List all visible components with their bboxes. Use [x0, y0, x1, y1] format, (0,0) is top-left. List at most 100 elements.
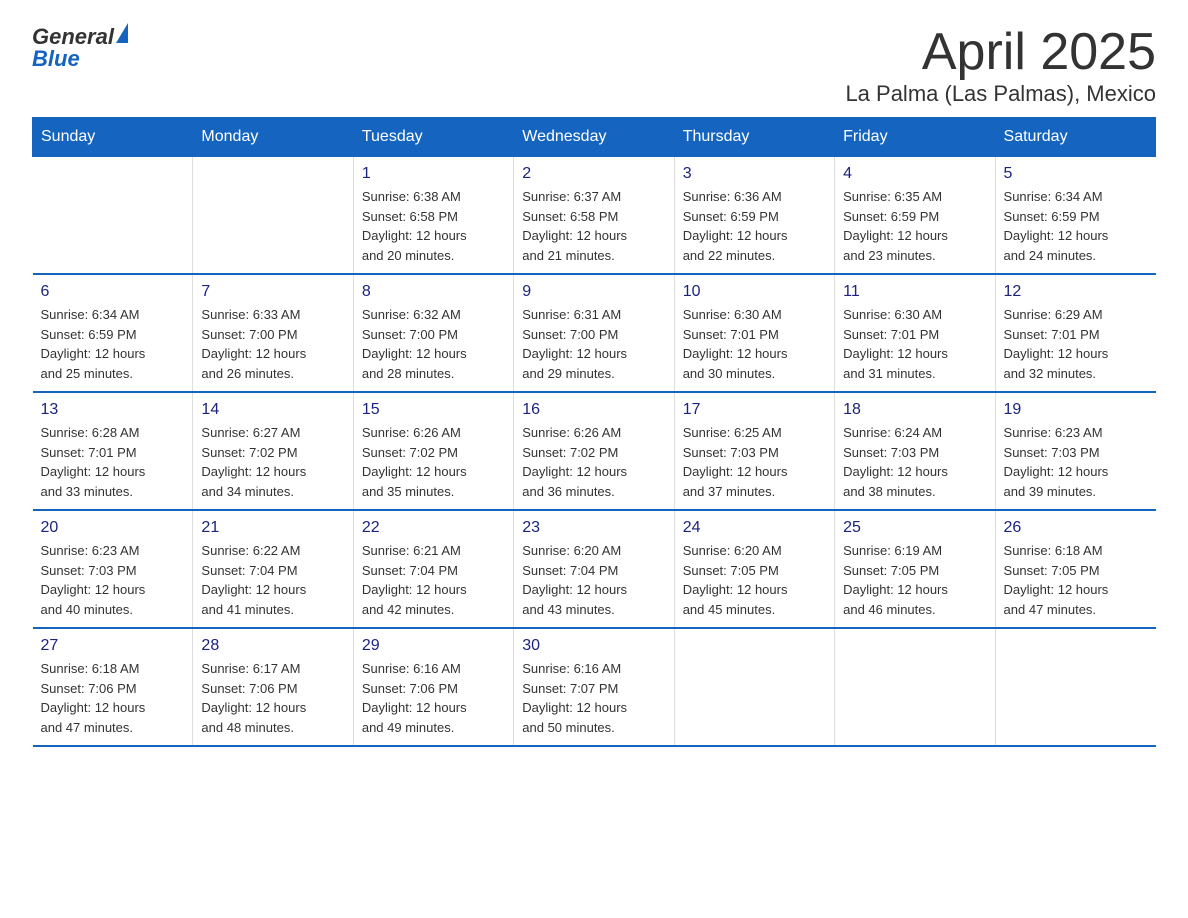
- day-info: Sunrise: 6:24 AMSunset: 7:03 PMDaylight:…: [843, 423, 986, 501]
- day-info: Sunrise: 6:23 AMSunset: 7:03 PMDaylight:…: [1004, 423, 1148, 501]
- calendar-header-row: SundayMondayTuesdayWednesdayThursdayFrid…: [33, 118, 1156, 157]
- weekday-header-thursday: Thursday: [674, 118, 834, 157]
- day-number: 12: [1004, 283, 1148, 301]
- day-info: Sunrise: 6:22 AMSunset: 7:04 PMDaylight:…: [201, 541, 344, 619]
- calendar-cell: 29 Sunrise: 6:16 AMSunset: 7:06 PMDayligh…: [353, 628, 513, 746]
- day-number: 3: [683, 165, 826, 183]
- day-number: 8: [362, 283, 505, 301]
- day-info: Sunrise: 6:16 AMSunset: 7:06 PMDaylight:…: [362, 659, 505, 737]
- calendar-week-row: 20Sunrise: 6:23 AMSunset: 7:03 PMDayligh…: [33, 510, 1156, 628]
- logo: General Blue: [32, 24, 128, 72]
- weekday-header-saturday: Saturday: [995, 118, 1155, 157]
- calendar-cell: 7 Sunrise: 6:33 AMSunset: 7:00 PMDaylight…: [193, 274, 353, 392]
- day-info: Sunrise: 6:36 AMSunset: 6:59 PMDaylight:…: [683, 187, 826, 265]
- day-number: 15: [362, 401, 505, 419]
- weekday-header-friday: Friday: [835, 118, 995, 157]
- day-number: 13: [41, 401, 185, 419]
- calendar-cell: 18Sunrise: 6:24 AMSunset: 7:03 PMDayligh…: [835, 392, 995, 510]
- calendar-cell: 23Sunrise: 6:20 AMSunset: 7:04 PMDayligh…: [514, 510, 674, 628]
- day-info: Sunrise: 6:19 AMSunset: 7:05 PMDaylight:…: [843, 541, 986, 619]
- day-info: Sunrise: 6:32 AMSunset: 7:00 PMDaylight:…: [362, 305, 505, 383]
- calendar-cell: 28 Sunrise: 6:17 AMSunset: 7:06 PMDayligh…: [193, 628, 353, 746]
- calendar-cell: 20Sunrise: 6:23 AMSunset: 7:03 PMDayligh…: [33, 510, 193, 628]
- calendar-week-row: 13 Sunrise: 6:28 AMSunset: 7:01 PMDayligh…: [33, 392, 1156, 510]
- day-number: 22: [362, 519, 505, 537]
- day-info: Sunrise: 6:18 AMSunset: 7:05 PMDaylight:…: [1004, 541, 1148, 619]
- calendar-cell: 17 Sunrise: 6:25 AMSunset: 7:03 PMDayligh…: [674, 392, 834, 510]
- calendar-cell: 12 Sunrise: 6:29 AMSunset: 7:01 PMDayligh…: [995, 274, 1155, 392]
- calendar-cell: 26 Sunrise: 6:18 AMSunset: 7:05 PMDayligh…: [995, 510, 1155, 628]
- weekday-header-monday: Monday: [193, 118, 353, 157]
- day-info: Sunrise: 6:20 AMSunset: 7:04 PMDaylight:…: [522, 541, 665, 619]
- day-info: Sunrise: 6:30 AMSunset: 7:01 PMDaylight:…: [843, 305, 986, 383]
- day-number: 2: [522, 165, 665, 183]
- calendar-cell: 15 Sunrise: 6:26 AMSunset: 7:02 PMDayligh…: [353, 392, 513, 510]
- day-number: 10: [683, 283, 826, 301]
- page-subtitle: La Palma (Las Palmas), Mexico: [845, 81, 1156, 107]
- day-number: 24: [683, 519, 826, 537]
- calendar-week-row: 27 Sunrise: 6:18 AMSunset: 7:06 PMDayligh…: [33, 628, 1156, 746]
- day-number: 27: [41, 637, 185, 655]
- day-info: Sunrise: 6:35 AMSunset: 6:59 PMDaylight:…: [843, 187, 986, 265]
- day-info: Sunrise: 6:37 AMSunset: 6:58 PMDaylight:…: [522, 187, 665, 265]
- calendar-cell: [193, 157, 353, 275]
- day-number: 29: [362, 637, 505, 655]
- day-number: 25: [843, 519, 986, 537]
- calendar-cell: 9Sunrise: 6:31 AMSunset: 7:00 PMDaylight…: [514, 274, 674, 392]
- calendar-week-row: 1 Sunrise: 6:38 AMSunset: 6:58 PMDaylight…: [33, 157, 1156, 275]
- day-number: 30: [522, 637, 665, 655]
- calendar-cell: [835, 628, 995, 746]
- title-block: April 2025 La Palma (Las Palmas), Mexico: [845, 24, 1156, 107]
- day-info: Sunrise: 6:25 AMSunset: 7:03 PMDaylight:…: [683, 423, 826, 501]
- calendar-cell: 8 Sunrise: 6:32 AMSunset: 7:00 PMDaylight…: [353, 274, 513, 392]
- calendar-week-row: 6 Sunrise: 6:34 AMSunset: 6:59 PMDaylight…: [33, 274, 1156, 392]
- day-number: 11: [843, 283, 986, 301]
- day-number: 21: [201, 519, 344, 537]
- calendar-cell: 30 Sunrise: 6:16 AMSunset: 7:07 PMDayligh…: [514, 628, 674, 746]
- day-number: 1: [362, 165, 505, 183]
- day-info: Sunrise: 6:30 AMSunset: 7:01 PMDaylight:…: [683, 305, 826, 383]
- day-info: Sunrise: 6:33 AMSunset: 7:00 PMDaylight:…: [201, 305, 344, 383]
- calendar-cell: 24Sunrise: 6:20 AMSunset: 7:05 PMDayligh…: [674, 510, 834, 628]
- day-info: Sunrise: 6:29 AMSunset: 7:01 PMDaylight:…: [1004, 305, 1148, 383]
- day-number: 26: [1004, 519, 1148, 537]
- day-info: Sunrise: 6:28 AMSunset: 7:01 PMDaylight:…: [41, 423, 185, 501]
- calendar-cell: 11 Sunrise: 6:30 AMSunset: 7:01 PMDayligh…: [835, 274, 995, 392]
- logo-blue-text: Blue: [32, 46, 80, 72]
- day-info: Sunrise: 6:34 AMSunset: 6:59 PMDaylight:…: [41, 305, 185, 383]
- calendar-cell: [674, 628, 834, 746]
- calendar-cell: 10 Sunrise: 6:30 AMSunset: 7:01 PMDayligh…: [674, 274, 834, 392]
- calendar-cell: 22Sunrise: 6:21 AMSunset: 7:04 PMDayligh…: [353, 510, 513, 628]
- day-number: 17: [683, 401, 826, 419]
- calendar-cell: 5 Sunrise: 6:34 AMSunset: 6:59 PMDaylight…: [995, 157, 1155, 275]
- page-title: April 2025: [845, 24, 1156, 81]
- calendar-cell: [33, 157, 193, 275]
- calendar-cell: 25 Sunrise: 6:19 AMSunset: 7:05 PMDayligh…: [835, 510, 995, 628]
- page-header: General Blue April 2025 La Palma (Las Pa…: [32, 24, 1156, 107]
- calendar-cell: 21 Sunrise: 6:22 AMSunset: 7:04 PMDayligh…: [193, 510, 353, 628]
- logo-triangle-icon: [116, 23, 128, 43]
- day-info: Sunrise: 6:17 AMSunset: 7:06 PMDaylight:…: [201, 659, 344, 737]
- day-info: Sunrise: 6:18 AMSunset: 7:06 PMDaylight:…: [41, 659, 185, 737]
- calendar-cell: 2 Sunrise: 6:37 AMSunset: 6:58 PMDaylight…: [514, 157, 674, 275]
- calendar-table: SundayMondayTuesdayWednesdayThursdayFrid…: [32, 117, 1156, 747]
- weekday-header-tuesday: Tuesday: [353, 118, 513, 157]
- day-info: Sunrise: 6:27 AMSunset: 7:02 PMDaylight:…: [201, 423, 344, 501]
- day-number: 6: [41, 283, 185, 301]
- day-number: 7: [201, 283, 344, 301]
- calendar-cell: 4Sunrise: 6:35 AMSunset: 6:59 PMDaylight…: [835, 157, 995, 275]
- weekday-header-sunday: Sunday: [33, 118, 193, 157]
- day-info: Sunrise: 6:16 AMSunset: 7:07 PMDaylight:…: [522, 659, 665, 737]
- day-info: Sunrise: 6:34 AMSunset: 6:59 PMDaylight:…: [1004, 187, 1148, 265]
- calendar-cell: 13 Sunrise: 6:28 AMSunset: 7:01 PMDayligh…: [33, 392, 193, 510]
- day-info: Sunrise: 6:38 AMSunset: 6:58 PMDaylight:…: [362, 187, 505, 265]
- day-number: 5: [1004, 165, 1148, 183]
- calendar-cell: 1 Sunrise: 6:38 AMSunset: 6:58 PMDaylight…: [353, 157, 513, 275]
- day-number: 20: [41, 519, 185, 537]
- day-info: Sunrise: 6:26 AMSunset: 7:02 PMDaylight:…: [362, 423, 505, 501]
- weekday-header-wednesday: Wednesday: [514, 118, 674, 157]
- calendar-cell: 3 Sunrise: 6:36 AMSunset: 6:59 PMDaylight…: [674, 157, 834, 275]
- calendar-cell: 16Sunrise: 6:26 AMSunset: 7:02 PMDayligh…: [514, 392, 674, 510]
- day-number: 19: [1004, 401, 1148, 419]
- day-number: 28: [201, 637, 344, 655]
